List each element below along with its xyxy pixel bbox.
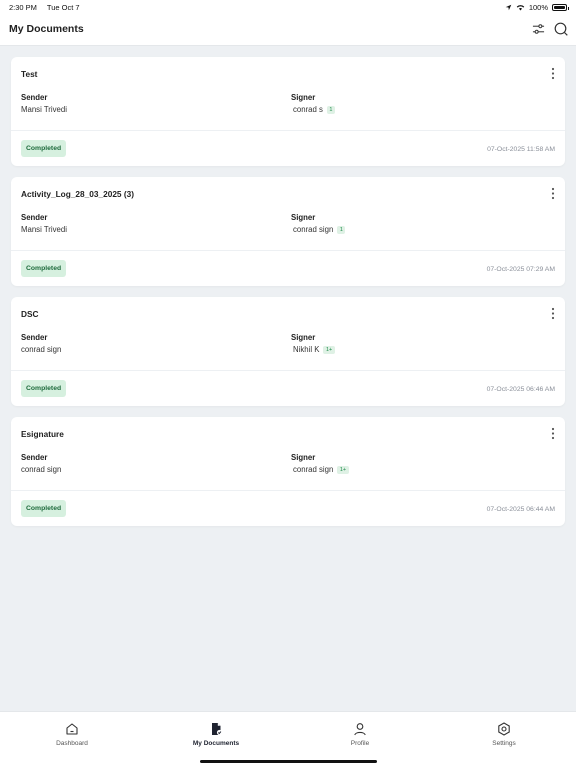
wifi-icon bbox=[516, 5, 525, 11]
battery-icon bbox=[552, 4, 569, 11]
tab-label: Dashboard bbox=[56, 740, 88, 747]
document-title: Test bbox=[21, 69, 38, 79]
signer-name: conrad sign bbox=[293, 465, 334, 474]
status-badge: Completed bbox=[21, 260, 67, 277]
signer-count-badge: 1+ bbox=[323, 345, 335, 354]
status-bar: 2:30 PM Tue Oct 7 100% bbox=[0, 0, 576, 14]
settings-icon bbox=[498, 722, 510, 736]
sender-label: Sender bbox=[21, 333, 48, 342]
sender-label: Sender bbox=[21, 453, 48, 462]
home-icon bbox=[66, 723, 78, 735]
app-header: My Documents bbox=[0, 14, 576, 46]
document-title: Activity_Log_28_03_2025 (3) bbox=[21, 189, 134, 199]
sender-label: Sender bbox=[21, 213, 48, 222]
sender-name: Mansi Trivedi bbox=[21, 225, 67, 234]
tab-settings[interactable]: Settings bbox=[459, 722, 549, 747]
document-card[interactable]: Test Sender Mansi Trivedi Signer conrad … bbox=[11, 57, 565, 166]
document-timestamp: 07-Oct-2025 06:46 AM bbox=[486, 386, 555, 393]
signer-label: Signer bbox=[291, 213, 316, 222]
signer-name: conrad s bbox=[293, 105, 323, 114]
document-title: Esignature bbox=[21, 429, 64, 439]
more-vertical-icon[interactable] bbox=[550, 427, 556, 440]
signer-label: Signer bbox=[291, 453, 316, 462]
status-badge: Completed bbox=[21, 140, 67, 157]
status-time: 2:30 PM bbox=[9, 3, 37, 12]
sender-name: Mansi Trivedi bbox=[21, 105, 67, 114]
signer-name: conrad sign bbox=[293, 225, 334, 234]
tab-label: Profile bbox=[350, 740, 370, 747]
page-title: My Documents bbox=[9, 23, 84, 35]
signer-label: Signer bbox=[291, 93, 316, 102]
filter-button[interactable] bbox=[530, 21, 546, 37]
document-timestamp: 07-Oct-2025 11:58 AM bbox=[487, 146, 555, 153]
tab-label: My Documents bbox=[192, 740, 240, 747]
document-card[interactable]: Esignature Sender conrad sign Signer con… bbox=[11, 417, 565, 526]
signer-count-badge: 1 bbox=[337, 225, 346, 234]
sender-name: conrad sign bbox=[21, 345, 62, 354]
signer-name: Nikhil K bbox=[293, 345, 320, 354]
status-badge: Completed bbox=[21, 500, 67, 517]
document-card[interactable]: Activity_Log_28_03_2025 (3) Sender Mansi… bbox=[11, 177, 565, 286]
sender-label: Sender bbox=[21, 93, 48, 102]
user-icon bbox=[354, 723, 366, 736]
document-icon bbox=[212, 723, 223, 736]
tab-label: Settings bbox=[492, 740, 516, 747]
sender-name: conrad sign bbox=[21, 465, 62, 474]
document-card[interactable]: DSC Sender conrad sign Signer Nikhil K 1+… bbox=[11, 297, 565, 406]
more-vertical-icon[interactable] bbox=[550, 187, 556, 200]
divider bbox=[11, 250, 565, 251]
document-title: DSC bbox=[21, 309, 39, 319]
status-date: Tue Oct 7 bbox=[46, 3, 80, 12]
divider bbox=[11, 370, 565, 371]
document-timestamp: 07-Oct-2025 07:29 AM bbox=[486, 266, 555, 273]
signer-count-badge: 1 bbox=[326, 105, 335, 114]
more-vertical-icon[interactable] bbox=[550, 307, 556, 320]
more-vertical-icon[interactable] bbox=[550, 67, 556, 80]
tab-my-documents[interactable]: My Documents bbox=[171, 722, 261, 747]
search-icon bbox=[554, 22, 568, 36]
divider bbox=[11, 490, 565, 491]
status-badge: Completed bbox=[21, 380, 67, 397]
search-button[interactable] bbox=[553, 21, 569, 37]
location-icon bbox=[505, 4, 512, 11]
home-indicator bbox=[200, 760, 377, 763]
tab-dashboard[interactable]: Dashboard bbox=[27, 722, 117, 747]
battery-percent: 100% bbox=[528, 3, 548, 12]
signer-count-badge: 1+ bbox=[337, 465, 349, 474]
sliders-icon bbox=[532, 24, 544, 34]
divider bbox=[11, 130, 565, 131]
tab-profile[interactable]: Profile bbox=[315, 722, 405, 747]
document-timestamp: 07-Oct-2025 06:44 AM bbox=[486, 506, 555, 513]
signer-label: Signer bbox=[291, 333, 316, 342]
